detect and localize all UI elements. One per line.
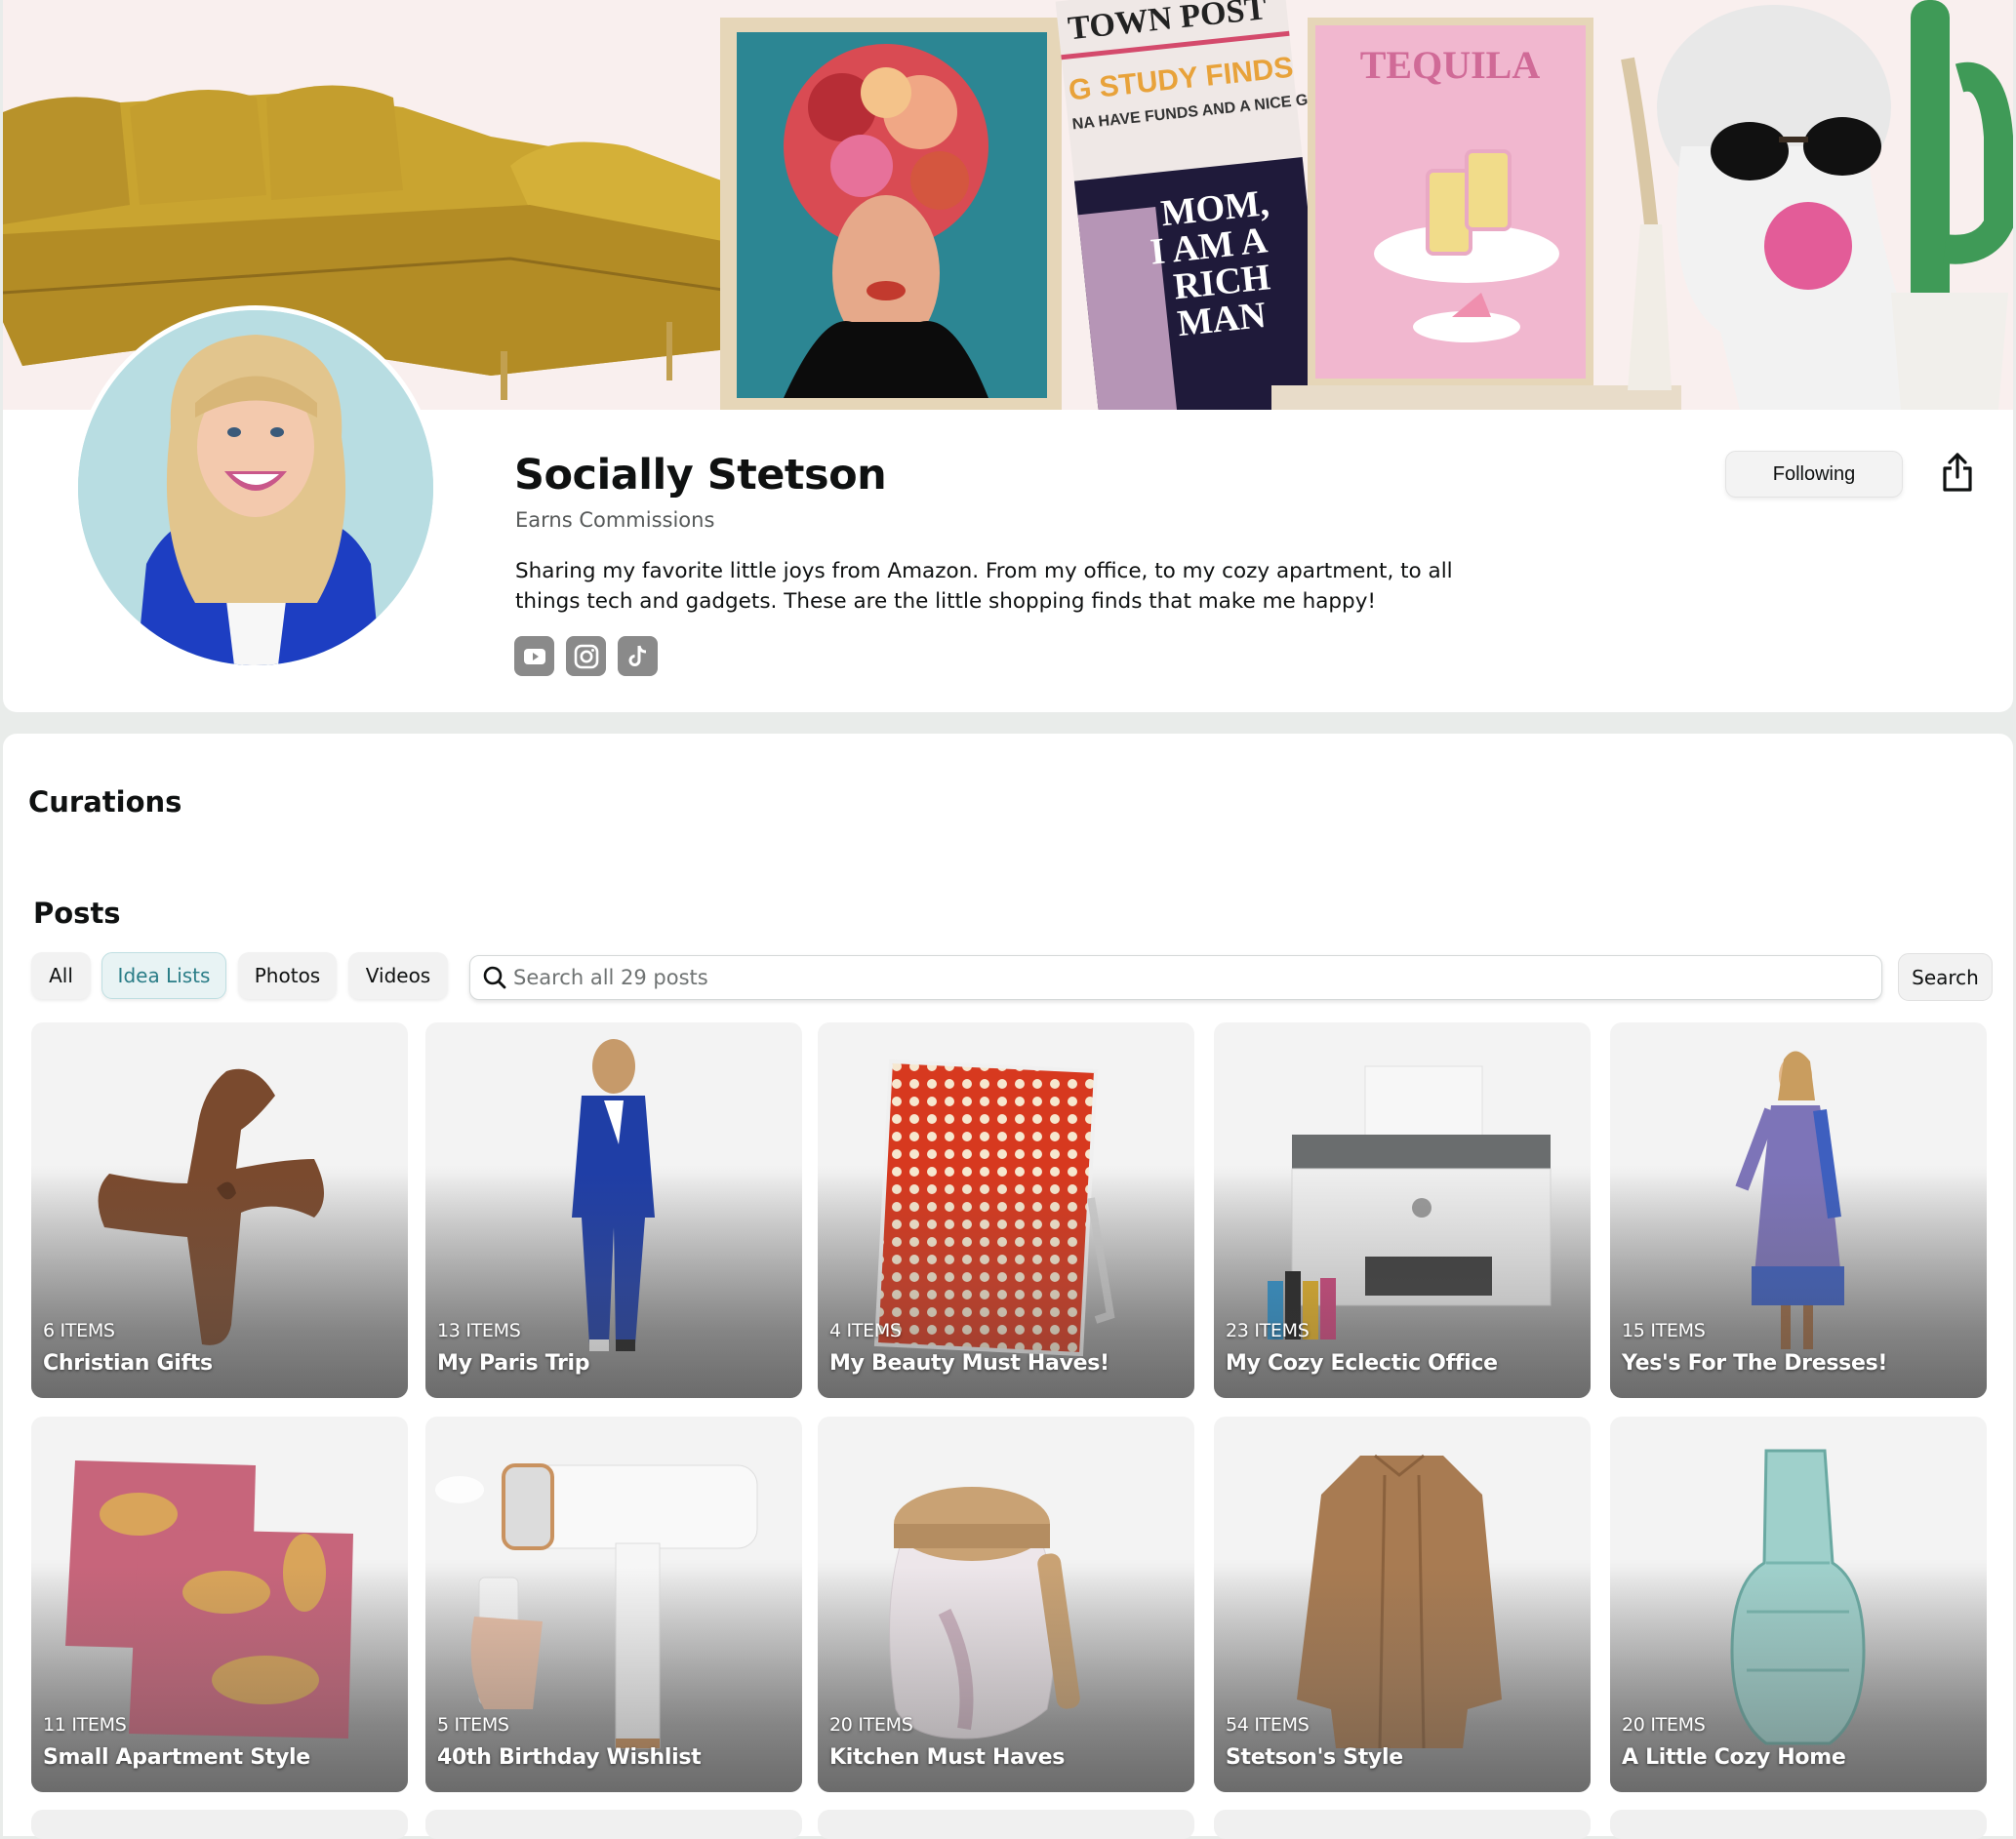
idea-list-title: Kitchen Must Haves [829,1745,1066,1770]
idea-list-count: 11 ITEMS [43,1714,127,1736]
earns-commissions-label: Earns Commissions [515,508,715,532]
idea-list-card[interactable]: 54 ITEMS Stetson's Style [1214,1417,1591,1792]
idea-list-count: 20 ITEMS [829,1714,913,1736]
idea-list-count: 54 ITEMS [1226,1714,1310,1736]
profile-bio: Sharing my favorite little joys from Ama… [515,559,1453,614]
content-panel: Curations Posts All Idea Lists Photos Vi… [3,734,2013,1839]
banner-tequila-poster: TEQUILA [1271,18,1681,410]
idea-list-count: 6 ITEMS [43,1320,115,1341]
idea-list-card[interactable]: 15 ITEMS Yes's For The Dresses! [1610,1022,1987,1398]
idea-list-card-partial[interactable] [31,1810,408,1839]
idea-list-title: Yes's For The Dresses! [1622,1351,1888,1376]
idea-list-card-partial[interactable] [1214,1810,1591,1839]
idea-list-title: 40th Birthday Wishlist [437,1745,702,1770]
idea-list-count: 20 ITEMS [1622,1714,1706,1736]
share-icon [1943,453,1972,492]
share-button[interactable] [1937,449,1978,496]
filter-chip-videos[interactable]: Videos [348,952,448,999]
youtube-link[interactable] [514,636,554,676]
idea-list-title: My Cozy Eclectic Office [1226,1351,1498,1376]
idea-list-card[interactable]: 5 ITEMS 40th Birthday Wishlist [425,1417,802,1792]
filter-chip-all[interactable]: All [31,952,91,999]
youtube-icon [523,648,545,664]
idea-list-card[interactable]: 20 ITEMS A Little Cozy Home [1610,1417,1987,1792]
tiktok-icon [628,645,646,666]
idea-list-count: 4 ITEMS [829,1320,902,1341]
filter-chip-photos[interactable]: Photos [238,952,337,999]
idea-list-title: My Beauty Must Haves! [829,1351,1109,1376]
idea-list-card[interactable]: 13 ITEMS My Paris Trip [425,1022,802,1398]
banner-bust-statue [1657,5,1935,410]
idea-list-title: My Paris Trip [437,1351,590,1376]
idea-list-card-partial[interactable] [1610,1810,1987,1839]
idea-list-count: 15 ITEMS [1622,1320,1706,1341]
banner-sofa [3,85,843,400]
instagram-link[interactable] [566,636,606,676]
banner-floral-portrait [720,18,1062,410]
idea-list-title: A Little Cozy Home [1622,1745,1846,1770]
following-button[interactable]: Following [1725,451,1903,498]
idea-list-card[interactable]: 20 ITEMS Kitchen Must Haves [818,1417,1194,1792]
tiktok-link[interactable] [618,636,658,676]
idea-list-card-partial[interactable] [425,1810,802,1839]
search-input[interactable] [511,965,1881,990]
posts-heading: Posts [33,897,121,930]
curations-heading: Curations [28,785,182,819]
idea-list-card[interactable]: 23 ITEMS My Cozy Eclectic Office [1214,1022,1591,1398]
search-box[interactable] [469,955,1882,1000]
idea-list-card-partial[interactable] [818,1810,1194,1839]
filter-chip-idea-lists[interactable]: Idea Lists [101,952,226,999]
tequila-text: TEQUILA [1360,43,1541,87]
idea-list-title: Christian Gifts [43,1351,213,1376]
search-icon [483,966,506,989]
idea-list-card[interactable]: 11 ITEMS Small Apartment Style [31,1417,408,1792]
idea-list-count: 23 ITEMS [1226,1320,1310,1341]
profile-card: TOWN POST G STUDY FINDS NA HAVE FUNDS AN… [3,0,2013,712]
idea-list-title: Stetson's Style [1226,1745,1403,1770]
instagram-icon [574,644,598,668]
avatar-photo [78,310,433,665]
idea-list-count: 13 ITEMS [437,1320,521,1341]
profile-avatar [73,305,438,670]
banner-cactus [1891,0,2013,410]
search-button[interactable]: Search [1898,953,1993,1001]
idea-list-card[interactable]: 6 ITEMS Christian Gifts [31,1022,408,1398]
idea-list-title: Small Apartment Style [43,1745,310,1770]
idea-list-card[interactable]: 4 ITEMS My Beauty Must Haves! [818,1022,1194,1398]
idea-list-count: 5 ITEMS [437,1714,509,1736]
profile-name: Socially Stetson [514,451,887,500]
